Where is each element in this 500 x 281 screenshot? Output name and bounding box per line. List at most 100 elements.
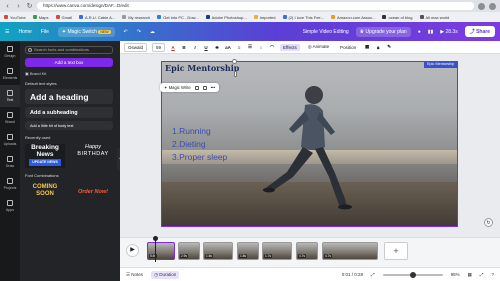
extensions-icon[interactable] bbox=[478, 2, 485, 10]
list-icon[interactable]: ☰ bbox=[247, 44, 253, 50]
copy-style-icon[interactable]: ✎ bbox=[386, 44, 392, 50]
birthday-template[interactable]: Happy BIRTHDAY bbox=[73, 144, 113, 168]
add-clip-button[interactable]: + bbox=[384, 242, 408, 260]
italic-icon[interactable]: I bbox=[192, 45, 198, 50]
present-button[interactable]: ▶ 28.3s bbox=[440, 29, 457, 35]
home-button[interactable]: Home bbox=[18, 29, 31, 35]
add-body-text-button[interactable]: Add a little bit of body text bbox=[25, 121, 113, 130]
font-search-input[interactable]: Search fonts and combinations bbox=[25, 46, 113, 54]
menu-icon[interactable]: ☰ bbox=[5, 29, 9, 35]
font-select[interactable]: Oswald bbox=[124, 42, 148, 52]
effects-button[interactable]: Effects bbox=[280, 43, 300, 51]
add-subheading-button[interactable]: Add a subheading bbox=[25, 107, 113, 118]
font-size-field[interactable]: 59 bbox=[152, 42, 166, 52]
lock-icon[interactable]: 🔒︎ bbox=[375, 45, 381, 50]
magic-write-button[interactable]: ✦ Magic Write bbox=[164, 85, 191, 90]
duplicate-icon[interactable] bbox=[194, 85, 199, 90]
curve-icon[interactable]: ◠ bbox=[269, 44, 275, 50]
bookmark-macworld[interactable]: All mac world bbox=[419, 15, 449, 20]
timeline-clip[interactable]: 4.7s bbox=[296, 242, 318, 260]
zoom-level[interactable]: 95% bbox=[451, 272, 460, 277]
reload-icon[interactable]: ↻ bbox=[26, 3, 33, 10]
timeline-clip[interactable]: 1.8s bbox=[237, 242, 259, 260]
timeline-clip[interactable]: 1.6s bbox=[203, 242, 233, 260]
rail-item-elements[interactable]: Elements bbox=[0, 63, 20, 85]
gmail-icon bbox=[55, 15, 60, 19]
refresh-icon[interactable]: ↻ bbox=[484, 218, 493, 227]
bookmark-aru[interactable]: A.R.U. Cable A... bbox=[78, 15, 115, 20]
fullscreen-icon[interactable]: ⤢ bbox=[480, 272, 484, 277]
add-text-box-button[interactable]: Add a text box bbox=[25, 58, 113, 67]
play-button[interactable]: ▶ bbox=[126, 244, 139, 257]
bookmark-ocean[interactable]: ocean of blog bbox=[382, 15, 413, 20]
rotate-handle[interactable] bbox=[232, 59, 237, 64]
zoom-slider-knob[interactable] bbox=[409, 271, 416, 278]
timeline-clip[interactable]: 2.9s bbox=[178, 242, 200, 260]
rail-item-text[interactable]: Text bbox=[0, 85, 20, 107]
redo-icon[interactable]: ↷ bbox=[137, 29, 141, 35]
share-button[interactable]: ⤴ Share bbox=[464, 26, 495, 37]
text-color-icon[interactable]: A bbox=[170, 45, 176, 50]
undo-icon[interactable]: ↶ bbox=[124, 29, 128, 35]
project-title[interactable]: Simple Video Editing bbox=[303, 29, 349, 35]
grid-view-icon[interactable]: ▦ bbox=[468, 272, 472, 278]
position-button[interactable]: Position bbox=[337, 44, 359, 51]
case-icon[interactable]: aA bbox=[225, 45, 231, 50]
delete-icon[interactable] bbox=[202, 85, 207, 90]
rail-item-brand[interactable]: Brand bbox=[0, 107, 20, 129]
more-options-icon[interactable]: ••• bbox=[211, 85, 215, 90]
zoom-slider[interactable] bbox=[382, 271, 443, 278]
order-now-template[interactable]: Order Now! bbox=[73, 184, 113, 200]
align-icon[interactable]: ≡ bbox=[236, 45, 242, 50]
file-menu[interactable]: File bbox=[41, 29, 49, 35]
back-icon[interactable]: ‹ bbox=[4, 3, 11, 10]
canvas-title-text[interactable]: Epic Mentorship bbox=[165, 63, 239, 73]
timeline-clip[interactable]: 5.6s bbox=[147, 242, 175, 260]
brand-kit-link[interactable]: ▣ Brand Kit bbox=[25, 71, 115, 76]
upgrade-button[interactable]: ♛ Upgrade your plan bbox=[355, 26, 411, 37]
animate-button[interactable]: ◎ Animate bbox=[305, 43, 332, 51]
notes-button[interactable]: ☰ Notes bbox=[126, 272, 143, 278]
rail-item-uploads[interactable]: Uploads bbox=[0, 129, 20, 151]
bookmark-research[interactable]: My research bbox=[122, 15, 150, 20]
timeline-toggle-icon[interactable]: ⤢ bbox=[371, 272, 375, 277]
bold-icon[interactable]: B bbox=[181, 45, 187, 50]
rail-item-draw[interactable]: Draw bbox=[0, 151, 20, 173]
timeline-clip[interactable]: 1.7s bbox=[262, 242, 292, 260]
avatar[interactable]: ● bbox=[418, 29, 421, 35]
resize-handle[interactable] bbox=[234, 71, 237, 77]
bookmark-getintopc[interactable]: Get into PC - Dow... bbox=[157, 15, 199, 20]
clip-duration: 1.6s bbox=[205, 254, 214, 258]
rail-item-apps[interactable]: Apps bbox=[0, 195, 20, 217]
bookmark-photoshop[interactable]: Adobe Photoshop... bbox=[205, 15, 247, 20]
underline-icon[interactable]: U bbox=[203, 45, 209, 50]
forward-icon[interactable]: › bbox=[15, 3, 22, 10]
spacing-icon[interactable]: ↕ bbox=[258, 45, 264, 50]
page-title-label[interactable]: Epic Mentorship bbox=[424, 61, 458, 68]
rail-item-design[interactable]: Design bbox=[0, 41, 20, 63]
bookmark-amazon[interactable]: Amazon.com Assoc... bbox=[331, 15, 375, 20]
profile-icon[interactable] bbox=[489, 2, 496, 10]
playhead[interactable] bbox=[155, 238, 156, 262]
url-field[interactable]: https://www.canva.com/design/DAF...D/edi… bbox=[37, 2, 474, 10]
bookmark-youtube[interactable]: YouTube bbox=[4, 15, 26, 20]
bookmark-maps[interactable]: Maps bbox=[32, 15, 49, 20]
help-icon[interactable]: ? bbox=[491, 272, 494, 277]
amazon-icon bbox=[331, 15, 335, 19]
coming-soon-template[interactable]: COMING SOON bbox=[25, 184, 65, 200]
rail-item-projects[interactable]: Projects bbox=[0, 173, 20, 195]
breaking-news-template[interactable]: Breaking News UPDATE NEWS bbox=[25, 144, 65, 168]
bookmark-imported[interactable]: Imported bbox=[253, 15, 276, 20]
analytics-icon[interactable]: ▮▮ bbox=[428, 29, 434, 35]
playhead-handle[interactable] bbox=[153, 236, 158, 241]
bookmark-feed[interactable]: (2) I love This Fee... bbox=[282, 15, 324, 20]
bookmark-gmail[interactable]: Gmail bbox=[55, 15, 72, 20]
magic-switch-button[interactable]: ✦ Magic Switch NEW bbox=[57, 26, 115, 37]
canvas-list-text[interactable]: 1.Running 2.Dieting 3.Proper sleep bbox=[172, 125, 227, 164]
transparency-icon[interactable]: ▦ bbox=[364, 44, 370, 50]
timeline-clip[interactable]: 4.7s bbox=[322, 242, 378, 260]
add-heading-button[interactable]: Add a heading bbox=[25, 89, 113, 104]
duration-button[interactable]: ◷ Duration bbox=[151, 270, 180, 279]
clip-duration: 4.7s bbox=[298, 254, 307, 258]
strikethrough-icon[interactable]: S bbox=[214, 45, 220, 50]
